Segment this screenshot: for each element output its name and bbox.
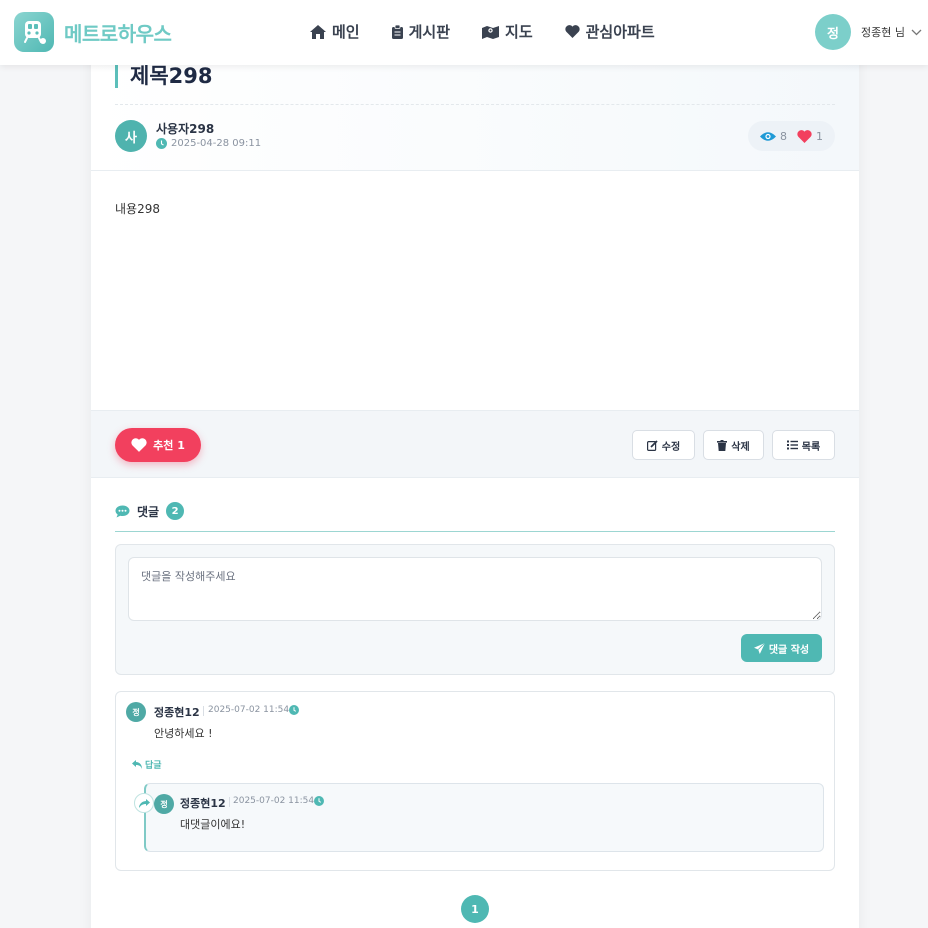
heart-icon — [797, 129, 812, 143]
edit-icon — [646, 439, 658, 451]
comment-form: 댓글 작성 — [115, 544, 835, 675]
reply-button[interactable]: 답글 — [132, 758, 162, 771]
top-header: 메트로하우스 메인 게시판 지도 관심아파트 정 정종현 님 — [0, 0, 928, 65]
nav-main-label: 메인 — [332, 23, 360, 41]
page-button-current[interactable]: 1 — [461, 895, 489, 923]
post-date: 2025-04-28 09:11 — [156, 138, 261, 149]
clock-icon — [314, 796, 324, 806]
like-count-value: 1 — [816, 129, 823, 143]
nav-board[interactable]: 게시판 — [391, 21, 451, 42]
nav-favorites[interactable]: 관심아파트 — [564, 21, 655, 42]
nav-map[interactable]: 지도 — [482, 21, 533, 42]
main-nav: 메인 게시판 지도 관심아파트 — [310, 21, 687, 42]
submit-comment-button[interactable]: 댓글 작성 — [741, 634, 822, 662]
view-count-value: 8 — [780, 129, 787, 143]
title-divider — [115, 104, 835, 105]
comment-date: 2025-07-02 11:54 — [208, 705, 290, 715]
user-avatar: 정 — [815, 14, 852, 50]
map-icon — [482, 25, 500, 39]
reply-icon — [132, 760, 142, 769]
comment-avatar: 정 — [126, 702, 146, 722]
logo-text: 메트로하우스 — [64, 21, 172, 46]
comment-icon — [115, 505, 130, 517]
eye-icon — [760, 131, 776, 141]
nav-main[interactable]: 메인 — [310, 21, 360, 42]
post-card: 제목298 사 사용자298 2025-04-28 09:11 8 1 내용29… — [91, 40, 859, 928]
reply-avatar: 정 — [154, 794, 174, 814]
view-count: 8 — [760, 130, 787, 143]
delete-label: 삭제 — [731, 441, 750, 453]
nav-board-label: 게시판 — [408, 23, 451, 41]
edit-label: 수정 — [661, 441, 681, 453]
comment-author: 정종현12 — [154, 706, 200, 719]
clock-icon — [289, 705, 299, 715]
send-icon — [753, 642, 765, 654]
author-name: 사용자298 — [156, 122, 215, 136]
reply-date: 2025-07-02 11:54 — [233, 796, 315, 806]
chevron-down-icon — [911, 29, 922, 35]
list-icon — [786, 440, 798, 450]
comment-text: 안녕하세요 ! — [154, 727, 213, 740]
edit-button[interactable]: 수정 — [632, 430, 695, 460]
reply-author: 정종현12 — [180, 797, 226, 810]
reply-arrow-icon — [134, 793, 154, 813]
like-count: 1 — [797, 130, 823, 143]
clipboard-icon — [391, 24, 403, 39]
delete-button[interactable]: 삭제 — [703, 430, 764, 460]
nav-map-label: 지도 — [505, 23, 533, 41]
heart-icon — [131, 438, 147, 452]
post-stats: 8 1 — [748, 121, 835, 151]
post-action-bar: 추천 1 수정 삭제 목록 — [91, 410, 859, 478]
reply-text: 대댓글이에요! — [180, 818, 246, 831]
reply-comment: 정 정종현12 2025-07-02 11:54 대댓글이에요! — [144, 783, 824, 852]
comment-thread: 정 정종현12 2025-07-02 11:54 안녕하세요 ! 답글 정 정종… — [115, 691, 835, 871]
train-icon — [14, 12, 54, 52]
home-icon — [310, 24, 326, 39]
reply-label: 답글 — [145, 761, 162, 771]
comment-input[interactable] — [128, 557, 822, 621]
nav-favorites-label: 관심아파트 — [585, 23, 655, 41]
comment-meta-separator — [203, 706, 204, 716]
submit-comment-label: 댓글 작성 — [768, 644, 810, 656]
post-date-text: 2025-04-28 09:11 — [171, 138, 262, 149]
clock-icon — [156, 138, 167, 149]
comment-count-badge: 2 — [166, 502, 185, 520]
user-menu[interactable]: 정 정종현 님 — [815, 14, 922, 50]
author-avatar: 사 — [115, 120, 147, 152]
reply-meta-separator — [229, 797, 230, 807]
comments-divider — [115, 531, 835, 532]
comments-header: 댓글 2 — [115, 502, 185, 520]
list-label: 목록 — [801, 441, 821, 453]
recommend-button[interactable]: 추천 1 — [115, 428, 201, 462]
post-content: 내용298 — [115, 202, 160, 216]
heart-icon — [564, 25, 580, 38]
title-accent-bar — [115, 62, 118, 88]
trash-icon — [717, 439, 728, 451]
logo[interactable]: 메트로하우스 — [14, 12, 172, 52]
recommend-label: 추천 1 — [153, 439, 185, 452]
list-button[interactable]: 목록 — [772, 430, 835, 460]
comments-title: 댓글 — [137, 504, 160, 519]
user-name: 정종현 님 — [861, 26, 905, 39]
